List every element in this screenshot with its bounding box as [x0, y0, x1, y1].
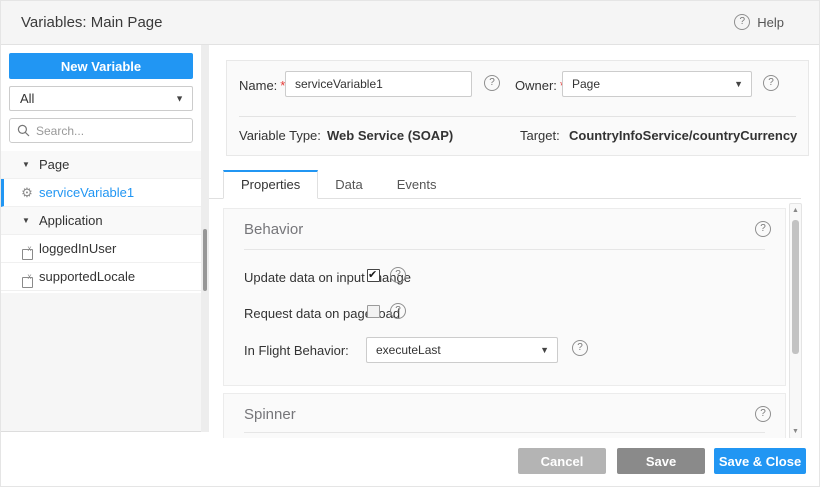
tab-properties[interactable]: Properties [223, 170, 318, 199]
behavior-help-icon[interactable]: ? [755, 221, 771, 237]
tree-group-label: Page [39, 151, 69, 179]
behavior-section-title: Behavior [244, 221, 303, 238]
variable-type-value: Web Service (SOAP) [327, 128, 453, 143]
target-value: CountryInfoService/countryCurrency [569, 128, 797, 143]
name-help-icon[interactable]: ? [484, 75, 500, 91]
update-data-label: Update data on input change [244, 270, 411, 285]
owner-help-icon[interactable]: ? [763, 75, 779, 91]
help-label: Help [757, 15, 784, 30]
properties-content: Behavior ? Update data on input change ?… [209, 199, 787, 438]
tree-item-label: supportedLocale [39, 263, 135, 291]
variable-summary-panel: Name:* ? Owner:* Page ▼ ? Variable Type:… [226, 60, 809, 156]
tab-bar: Properties Data Events [209, 170, 801, 199]
tab-events[interactable]: Events [380, 171, 454, 198]
owner-value: Page [572, 77, 600, 91]
variable-filter-value: All [20, 91, 34, 106]
in-flight-behavior-value: executeLast [376, 343, 441, 357]
help-icon: ? [734, 14, 750, 30]
caret-down-icon: ▼ [540, 338, 549, 362]
behavior-section: Behavior ? Update data on input change ?… [223, 208, 786, 386]
in-flight-behavior-help-icon[interactable]: ? [572, 340, 588, 356]
triangle-down-icon: ▼ [22, 151, 30, 179]
in-flight-behavior-select[interactable]: executeLast ▼ [366, 337, 558, 363]
tree-item-loggedinuser[interactable]: loggedInUser [1, 235, 201, 263]
tree-item-servicevariable1[interactable]: ⚙ serviceVariable1 [1, 179, 201, 207]
help-button[interactable]: ? Help [734, 14, 784, 30]
sidebar-scrollbar [201, 45, 209, 432]
tree-group-page[interactable]: ▼ Page [1, 151, 201, 179]
spinner-section-title: Spinner [244, 406, 296, 423]
page-title: Variables: Main Page [21, 14, 162, 31]
owner-label: Owner:* [515, 78, 565, 93]
variable-filter-select[interactable]: All ▼ [9, 86, 193, 111]
save-button[interactable]: Save [617, 448, 705, 474]
variable-type-label: Variable Type: [239, 128, 321, 143]
webservice-variable-icon: ⚙ [19, 179, 35, 207]
save-and-close-button[interactable]: Save & Close [714, 448, 806, 474]
spinner-help-icon[interactable]: ? [755, 406, 771, 422]
new-variable-button[interactable]: New Variable [9, 53, 193, 79]
variables-dialog: Variables: Main Page ? Help New Variable… [0, 0, 820, 487]
content-scrollbar-thumb[interactable] [792, 220, 799, 354]
content-scrollbar: ▲ ▼ [789, 203, 802, 439]
search-box [9, 118, 193, 143]
request-data-help-icon[interactable]: ? [390, 303, 406, 319]
tree-group-label: Application [39, 207, 103, 235]
search-icon [17, 124, 30, 137]
tree-item-label: serviceVariable1 [39, 179, 134, 207]
scroll-up-arrow[interactable]: ▲ [790, 207, 801, 214]
dialog-footer: Cancel Save Save & Close [1, 438, 820, 487]
in-flight-behavior-label: In Flight Behavior: [244, 343, 349, 358]
update-data-help-icon[interactable]: ? [390, 267, 406, 283]
tree-item-label: loggedInUser [39, 235, 116, 263]
target-label: Target: [520, 128, 560, 143]
section-divider [244, 249, 765, 250]
tab-data[interactable]: Data [318, 171, 379, 198]
variables-tree: ▼ Page ⚙ serviceVariable1 ▼ Application … [1, 151, 201, 291]
caret-down-icon: ▼ [175, 87, 184, 110]
tree-group-application[interactable]: ▼ Application [1, 207, 201, 235]
tree-item-supportedlocale[interactable]: supportedLocale [1, 263, 201, 291]
cancel-button[interactable]: Cancel [518, 448, 606, 474]
variables-sidebar: New Variable All ▼ ▼ Page ⚙ serviceVaria… [1, 45, 201, 432]
owner-select[interactable]: Page ▼ [562, 71, 752, 97]
scroll-down-arrow[interactable]: ▼ [790, 428, 801, 435]
search-input[interactable] [36, 120, 186, 141]
panel-divider [239, 116, 796, 117]
name-label: Name:* [239, 78, 285, 93]
dialog-header: Variables: Main Page ? Help [1, 1, 820, 45]
sidebar-scrollbar-thumb[interactable] [203, 229, 207, 291]
spinner-section: Spinner ? [223, 393, 786, 438]
update-data-checkbox[interactable] [367, 269, 380, 282]
request-data-checkbox[interactable] [367, 305, 380, 318]
name-field[interactable] [285, 71, 472, 97]
sidebar-empty-area [1, 293, 201, 431]
static-variable-icon [19, 235, 35, 263]
section-divider [244, 432, 765, 433]
caret-down-icon: ▼ [734, 72, 743, 96]
triangle-down-icon: ▼ [22, 207, 30, 235]
static-variable-icon [19, 263, 35, 291]
